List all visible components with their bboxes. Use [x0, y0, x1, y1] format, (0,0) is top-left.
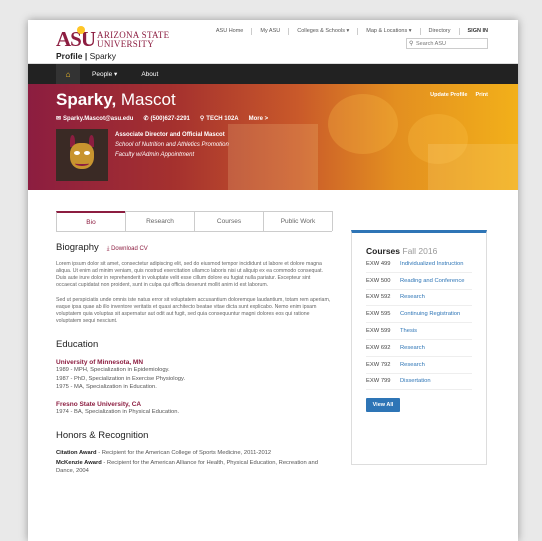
courses-card: Courses Fall 2016 EXW 499 Individualized … [351, 230, 487, 465]
degree-line: 1989 - MPH, Specialization in Epidemiolo… [56, 367, 170, 373]
nav-people[interactable]: People ▾ [80, 70, 129, 78]
site-title-main: Profile [56, 51, 83, 61]
avatar [56, 129, 108, 181]
course-row: EXW 499 Individualized Instruction [366, 256, 472, 273]
sun-icon [77, 26, 85, 34]
degree-line: 1987 - PhD, Specialization in Exercise P… [56, 375, 186, 382]
hero-actions: Update Profile Print [430, 92, 488, 98]
home-icon[interactable]: ⌂ [56, 64, 80, 84]
map-link[interactable]: Map & Locations ▾ [366, 28, 411, 35]
tab-research[interactable]: Research [125, 211, 195, 231]
bio-content: Biography ⤓ Download CV Lorem ipsum dolo… [56, 242, 332, 475]
department[interactable]: School of Nutrition and Athletics Promot… [115, 140, 229, 150]
search-icon: ⚲ [409, 41, 414, 47]
honor-item: Citation Award - Recipient for the Ameri… [56, 450, 272, 456]
tab-bio[interactable]: Bio [56, 211, 126, 231]
course-row: EXW 592 Research [366, 290, 472, 307]
site-nav: ⌂ People ▾ About [28, 64, 518, 84]
course-row: EXW 792 Research [366, 357, 472, 374]
phone-link[interactable]: ✆ (500)627-2291 [143, 115, 189, 122]
courses-title: Courses Fall 2016 [366, 246, 438, 256]
profile-name: Sparky, Mascot [56, 90, 176, 109]
education-school-link[interactable]: University of Minnesota, MN [56, 359, 332, 366]
divider [251, 28, 253, 35]
profile-hero: Sparky, Mascot Update Profile Print ✉ Spa… [28, 84, 518, 190]
course-link[interactable]: Research [400, 294, 425, 300]
search-placeholder: Search ASU [416, 41, 446, 47]
divider [357, 28, 359, 35]
directory-link[interactable]: Directory [429, 28, 451, 35]
course-link[interactable]: Continuing Registration [400, 311, 460, 317]
course-row: EXW 692 Research [366, 340, 472, 357]
tab-public-work[interactable]: Public Work [263, 211, 333, 231]
education-school-link[interactable]: Fresno State University, CA [56, 401, 332, 408]
contact-row: ✉ Sparky.Mascot@asu.edu ✆ (500)627-2291 ⚲ T… [56, 115, 269, 123]
degree-line: 1974 - BA, Specialization in Physical Ed… [56, 408, 180, 415]
course-row: EXW 595 Continuing Registration [366, 306, 472, 324]
divider [458, 28, 460, 35]
course-link[interactable]: Reading and Conference [400, 278, 464, 284]
site-title-sub: Sparky [89, 51, 117, 61]
more-link[interactable]: More > [249, 116, 269, 122]
profile-page: ASU ARIZONA STATE UNIVERSITY Profile | S… [28, 20, 518, 541]
site-title[interactable]: Profile | Sparky [56, 51, 116, 61]
course-link[interactable]: Individualized Instruction [400, 261, 463, 267]
appointment: Faculty w/Admin Appointment [115, 152, 195, 158]
honors-heading: Honors & Recognition [56, 430, 149, 441]
biography-paragraph: Sed ut perspiciatis unde omnis iste natu… [56, 297, 331, 324]
course-link[interactable]: Research [400, 362, 425, 368]
logo-mark: ASU [56, 26, 96, 51]
logo-wordmark: ARIZONA STATE UNIVERSITY [97, 30, 170, 49]
my-asu-link[interactable]: My ASU [260, 28, 280, 35]
course-row: EXW 799 Dissertation [366, 374, 472, 391]
asu-logo[interactable]: ASU ARIZONA STATE UNIVERSITY [56, 26, 170, 51]
biography-heading: Biography [56, 242, 99, 253]
map-marker-icon: ⚲ [199, 116, 205, 122]
degree-line: 1975 - MA, Specialization in Education. [56, 384, 157, 390]
divider [288, 28, 290, 35]
asu-home-link[interactable]: ASU Home [216, 28, 244, 35]
biography-header: Biography ⤓ Download CV [56, 242, 332, 253]
title-block: Associate Director and Official Mascot S… [115, 130, 229, 160]
view-all-button[interactable]: View All [366, 398, 400, 413]
update-profile-link[interactable]: Update Profile [430, 92, 467, 98]
download-cv-link[interactable]: ⤓ Download CV [107, 246, 148, 253]
course-row: EXW 500 Reading and Conference [366, 273, 472, 290]
honor-item: McKenzie Award - Recipient for the Ameri… [56, 460, 318, 474]
print-link[interactable]: Print [475, 92, 488, 98]
nav-about[interactable]: About [129, 71, 170, 78]
course-row: EXW 599 Thesis [366, 323, 472, 340]
sign-in-link[interactable]: SIGN IN [468, 28, 488, 35]
job-title: Associate Director and Official Mascot [115, 132, 225, 138]
course-link[interactable]: Thesis [400, 328, 417, 334]
education-heading: Education [56, 339, 99, 350]
universal-nav: ASU Home My ASU Colleges & Schools ▾ Map… [216, 28, 488, 35]
colleges-link[interactable]: Colleges & Schools ▾ [297, 28, 349, 35]
phone-icon: ✆ [143, 116, 149, 122]
course-link[interactable]: Dissertation [400, 378, 431, 384]
location-link[interactable]: ⚲ TECH 102A [200, 115, 239, 122]
email-link[interactable]: ✉ Sparky.Mascot@asu.edu [56, 115, 133, 122]
global-header: ASU ARIZONA STATE UNIVERSITY Profile | S… [28, 20, 518, 64]
envelope-icon: ✉ [56, 116, 62, 122]
tab-courses[interactable]: Courses [194, 211, 264, 231]
course-link[interactable]: Research [400, 345, 425, 351]
search-input[interactable]: ⚲ Search ASU [406, 38, 488, 49]
profile-tabs: Bio Research Courses Public Work [56, 211, 333, 232]
biography-paragraph: Lorem ipsum dolor sit amet, consectetur … [56, 261, 324, 288]
divider [419, 28, 421, 35]
